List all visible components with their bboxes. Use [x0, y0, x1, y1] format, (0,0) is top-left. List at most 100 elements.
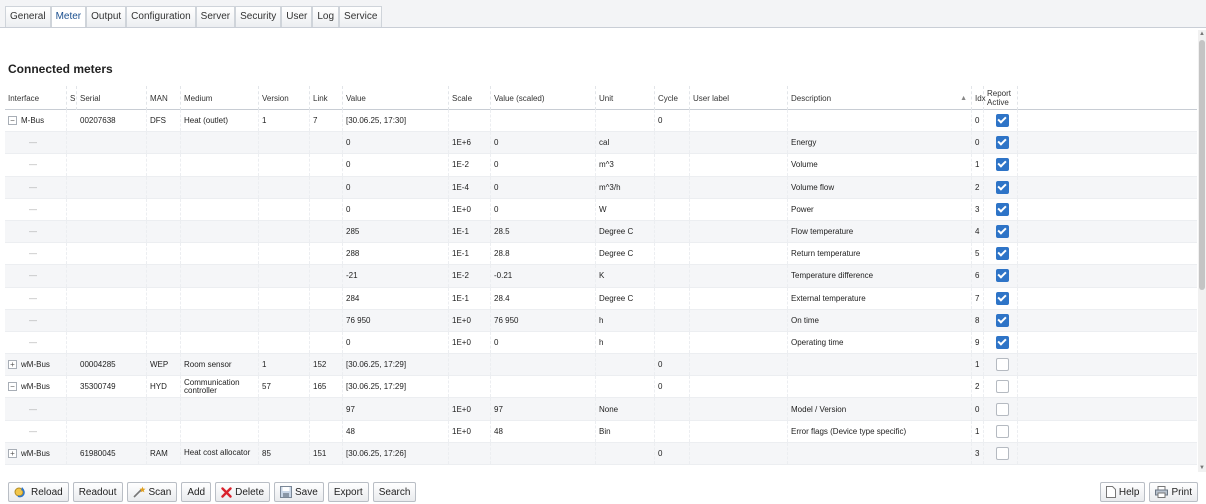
col-report-active[interactable]: Report Active: [984, 86, 1018, 110]
col-value[interactable]: Value: [343, 86, 449, 110]
report-active-checkbox[interactable]: [995, 313, 1009, 327]
print-button[interactable]: Print: [1149, 482, 1198, 502]
cell-value: -21: [343, 265, 449, 287]
cell-value: 76 950: [343, 309, 449, 331]
meter-row[interactable]: + wM-Bus 00004285 WEP Room sensor 1 152 [30.06.…: [5, 354, 1197, 377]
help-button[interactable]: Help: [1099, 482, 1146, 502]
col-interface[interactable]: Interface: [5, 86, 67, 110]
add-button[interactable]: Add: [181, 482, 212, 502]
cell-man: [147, 287, 181, 309]
cell-man: WEP: [147, 354, 181, 376]
vertical-scrollbar[interactable]: ▲ ▼: [1198, 30, 1206, 472]
value-row[interactable]: —0 1E-4 0 m^3/h Volume flow 2: [5, 176, 1197, 199]
col-description[interactable]: Description ▲: [788, 86, 972, 110]
value-row[interactable]: — 285 1E-1 28.5 Degree C Flow temperature 4: [5, 220, 1197, 244]
report-active-checkbox[interactable]: [995, 269, 1009, 283]
scroll-up-icon[interactable]: ▲: [1198, 30, 1206, 38]
report-active-checkbox[interactable]: [995, 247, 1009, 261]
collapse-icon[interactable]: −: [8, 382, 17, 392]
cell-medium: [181, 220, 259, 243]
col-serial[interactable]: Serial: [77, 86, 147, 110]
col-version[interactable]: Version: [259, 86, 310, 110]
printer-icon: [1155, 486, 1169, 498]
tab-security[interactable]: Security: [235, 6, 282, 27]
cell-serial: [77, 132, 147, 154]
tab-user[interactable]: User: [281, 6, 313, 27]
cell-unit: Degree C: [596, 220, 655, 243]
cell-user-label: [690, 265, 788, 287]
report-active-checkbox[interactable]: [995, 446, 1009, 460]
value-row[interactable]: —0 1E+6 0 cal Energy 0: [5, 132, 1197, 155]
col-link[interactable]: Link: [310, 86, 343, 110]
value-row[interactable]: —76 950 1E+0 76 950 h On time 8: [5, 309, 1197, 332]
collapse-icon[interactable]: −: [8, 116, 17, 126]
cell-link: [310, 243, 343, 265]
value-row[interactable]: —0 1E-2 0 m^3 Volume 1: [5, 154, 1197, 177]
value-row[interactable]: —0 1E+0 0 W Power 3: [5, 198, 1197, 221]
expand-icon[interactable]: +: [8, 448, 17, 458]
reload-button[interactable]: Reload: [8, 482, 69, 502]
cell-idx: 8: [972, 309, 984, 331]
export-button[interactable]: Export: [327, 482, 369, 502]
cell-man: [147, 331, 181, 354]
report-active-checkbox[interactable]: [995, 424, 1009, 438]
search-button[interactable]: Search: [372, 482, 417, 502]
value-row[interactable]: — -21 1E-2 -0.21 K Temperature difference 6: [5, 265, 1197, 288]
col-medium[interactable]: Medium: [181, 86, 259, 110]
report-active-checkbox[interactable]: [995, 380, 1009, 394]
cell-description: Operating time: [788, 331, 972, 354]
scan-button[interactable]: Scan: [126, 482, 178, 502]
report-active-checkbox[interactable]: [995, 136, 1009, 150]
cell-medium: [181, 398, 259, 420]
col-cycle[interactable]: Cycle: [655, 86, 690, 110]
report-active-checkbox[interactable]: [995, 335, 1009, 349]
cell-value-scaled: [491, 354, 596, 376]
delete-button[interactable]: Delete: [215, 482, 271, 502]
col-unit[interactable]: Unit: [596, 86, 655, 110]
value-row[interactable]: — 288 1E-1 28.8 Degree C Return temperature 5: [5, 243, 1197, 266]
tab-log[interactable]: Log: [312, 6, 340, 27]
cell-link: [310, 132, 343, 154]
col-value-scaled[interactable]: Value (scaled): [491, 86, 596, 110]
cell-interface: + wM-Bus: [5, 442, 67, 464]
help-page-icon: [1105, 486, 1116, 498]
scroll-thumb[interactable]: [1199, 40, 1205, 290]
tab-bar: General Meter Output Configuration Server Sec…: [0, 0, 1206, 28]
cell-cycle: 0: [655, 376, 690, 398]
col-man[interactable]: MAN: [147, 86, 181, 110]
cell-unit: [596, 354, 655, 376]
scroll-down-icon[interactable]: ▼: [1198, 464, 1206, 472]
readout-button[interactable]: Readout: [72, 482, 123, 502]
report-active-checkbox[interactable]: [995, 180, 1009, 194]
report-active-checkbox[interactable]: [995, 291, 1009, 305]
tab-general[interactable]: General: [5, 6, 51, 27]
tab-server[interactable]: Server: [195, 6, 236, 27]
col-user-label[interactable]: User label: [690, 86, 788, 110]
save-button[interactable]: Save: [274, 482, 324, 502]
meter-row[interactable]: − M-Bus 00207638 DFS Heat (outlet) 1 7 [30.06.2…: [5, 110, 1197, 133]
meter-row[interactable]: + wM-Bus 61980045 RAM Heat cost allocator 85 1…: [5, 442, 1197, 465]
value-row[interactable]: —0 1E+0 0 h Operating time 9: [5, 331, 1197, 355]
value-row[interactable]: —48 1E+0 48 Bin Error flags (Device type spe…: [5, 420, 1197, 443]
report-active-checkbox[interactable]: [995, 225, 1009, 239]
report-active-checkbox[interactable]: [995, 114, 1009, 128]
cell-unit: [596, 376, 655, 398]
tab-output[interactable]: Output: [86, 6, 127, 27]
value-row[interactable]: — 284 1E-1 28.4 Degree C External temperature…: [5, 287, 1197, 310]
report-active-checkbox[interactable]: [995, 202, 1009, 216]
cell-cycle: [655, 243, 690, 265]
col-idx[interactable]: Idx: [972, 86, 986, 110]
col-scale[interactable]: Scale: [449, 86, 491, 110]
report-active-checkbox[interactable]: [995, 158, 1009, 172]
value-row[interactable]: —97 1E+0 97 None Model / Version 0: [5, 398, 1197, 421]
tab-configuration[interactable]: Configuration: [126, 6, 196, 27]
report-active-checkbox[interactable]: [995, 358, 1009, 372]
col-s[interactable]: S: [67, 86, 77, 110]
cell-scale: 1E+6: [449, 132, 491, 154]
cell-description: [788, 376, 972, 398]
expand-icon[interactable]: +: [8, 360, 17, 370]
tab-meter[interactable]: Meter: [50, 6, 87, 27]
tab-service[interactable]: Service: [339, 6, 383, 27]
meter-row[interactable]: − wM-Bus 35300749 HYD Communication controll…: [5, 376, 1197, 399]
report-active-checkbox[interactable]: [995, 402, 1009, 416]
